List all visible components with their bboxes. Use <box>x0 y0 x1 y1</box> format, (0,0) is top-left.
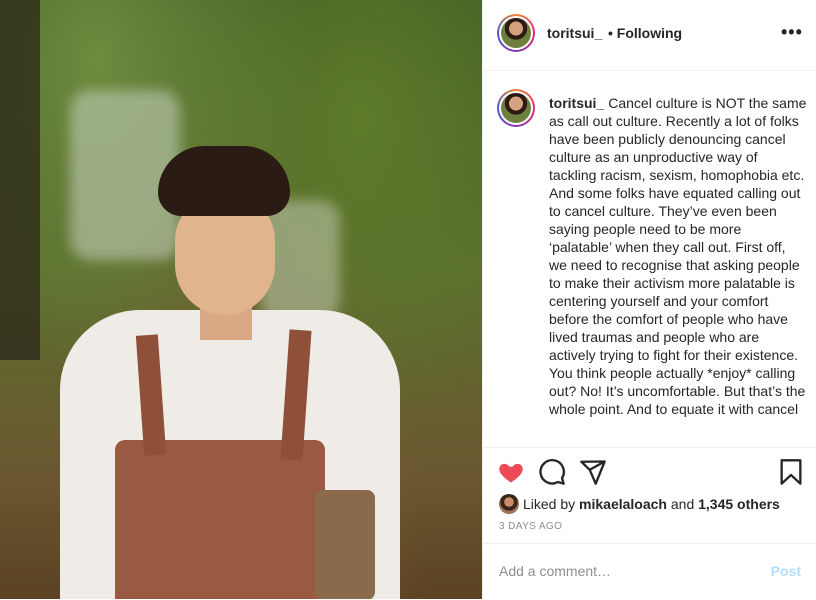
caption-area[interactable]: toritsui_ Cancel culture is NOT the same … <box>483 71 816 447</box>
bookmark-icon[interactable] <box>777 458 805 486</box>
post-photo[interactable] <box>0 0 482 599</box>
post-comment-button[interactable]: Post <box>771 563 801 579</box>
caption-username[interactable]: toritsui_ <box>549 95 604 111</box>
photo-tree-trunk <box>0 0 40 360</box>
avatar[interactable] <box>497 14 535 52</box>
username[interactable]: toritsui_ <box>547 25 602 41</box>
more-icon[interactable]: ••• <box>781 22 803 43</box>
photo-bag <box>315 490 375 599</box>
liker-avatar[interactable] <box>499 494 519 514</box>
follow-status[interactable]: • Following <box>608 25 682 41</box>
avatar-image <box>501 18 531 48</box>
post-caption: toritsui_ Cancel culture is NOT the same … <box>549 94 807 418</box>
post-timestamp[interactable]: 3 DAYS AGO <box>499 521 562 532</box>
post-header: toritsui_ • Following ••• <box>483 0 816 71</box>
caption-text: Cancel culture is NOT the same as call o… <box>549 95 807 417</box>
liked-prefix: Liked by <box>523 496 576 512</box>
post-actions: Liked by mikaelaloach and 1,345 others 3… <box>483 447 816 544</box>
heart-icon[interactable] <box>497 458 525 486</box>
liked-user[interactable]: mikaelaloach <box>579 496 667 512</box>
photo-overalls <box>115 440 325 599</box>
share-icon[interactable] <box>579 458 607 486</box>
caption-avatar[interactable] <box>497 89 535 127</box>
liked-others[interactable]: 1,345 others <box>698 496 780 512</box>
comment-icon[interactable] <box>538 458 566 486</box>
photo-hair <box>158 146 290 216</box>
add-comment-bar: Add a comment… Post <box>483 543 816 600</box>
post-side-panel: toritsui_ • Following ••• toritsui_ Cance… <box>482 0 816 599</box>
likes-summary: Liked by mikaelaloach and 1,345 others <box>499 494 780 514</box>
comment-input[interactable]: Add a comment… <box>499 563 611 579</box>
avatar-image <box>501 93 531 123</box>
liked-and: and <box>670 496 695 512</box>
